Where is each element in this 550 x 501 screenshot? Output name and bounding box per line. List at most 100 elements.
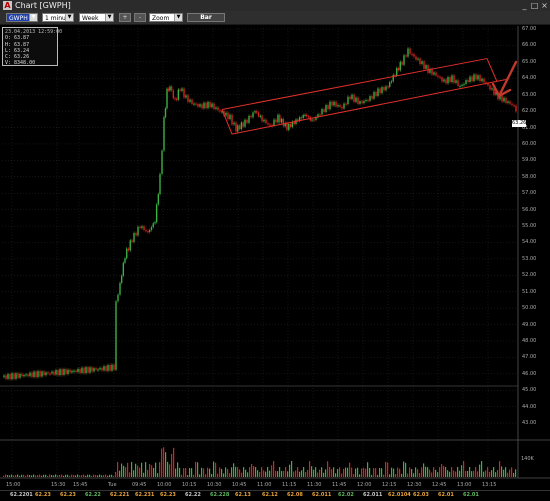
volume-bar bbox=[287, 471, 289, 477]
volume-bar bbox=[405, 462, 407, 477]
candle-body bbox=[25, 374, 27, 376]
volume-bar bbox=[133, 470, 135, 477]
candle-body bbox=[461, 84, 463, 87]
volume-bar bbox=[367, 462, 369, 477]
candle-body bbox=[250, 115, 252, 118]
volume-bar bbox=[401, 473, 403, 477]
candle-body bbox=[323, 109, 325, 112]
volume-bar bbox=[429, 469, 431, 477]
volume-bar bbox=[481, 461, 483, 477]
candle-body bbox=[71, 370, 73, 373]
candle-body bbox=[5, 375, 7, 379]
volume-bar bbox=[159, 462, 161, 477]
candle-body bbox=[101, 367, 103, 371]
candle-body bbox=[465, 80, 467, 84]
candle-body bbox=[150, 227, 153, 231]
volume-bar bbox=[197, 462, 199, 477]
candle-body bbox=[379, 88, 381, 94]
volume-bar bbox=[501, 466, 503, 477]
candle-body bbox=[419, 58, 421, 65]
volume-bar bbox=[303, 467, 305, 477]
candle-body bbox=[161, 150, 163, 174]
candle-body bbox=[375, 91, 377, 96]
volume-bar bbox=[55, 474, 57, 477]
candle-body bbox=[117, 294, 119, 302]
volume-bar bbox=[369, 467, 371, 477]
volume-bar bbox=[427, 467, 429, 477]
candle-body bbox=[203, 102, 205, 109]
volume-bar bbox=[95, 474, 97, 477]
price-axis-label: 44.00 bbox=[522, 403, 537, 410]
volume-bar bbox=[195, 461, 197, 477]
candle-body bbox=[169, 86, 171, 91]
volume-bar bbox=[187, 474, 189, 477]
volume-bar bbox=[103, 475, 105, 477]
candle-body bbox=[306, 114, 308, 117]
candle-body bbox=[343, 103, 345, 109]
candle-body bbox=[63, 369, 65, 375]
candle-body bbox=[164, 108, 167, 118]
last-price-tag: 63.26 bbox=[512, 120, 527, 127]
candle-body bbox=[238, 125, 241, 130]
price-chart[interactable] bbox=[0, 0, 550, 500]
volume-bar bbox=[373, 468, 375, 477]
volume-bar bbox=[419, 472, 421, 477]
candle-body bbox=[415, 56, 417, 60]
volume-bar bbox=[265, 471, 267, 477]
volume-bar bbox=[171, 453, 173, 477]
volume-bar bbox=[447, 470, 449, 477]
candle-body bbox=[43, 371, 45, 376]
time-axis-label: 12:15 bbox=[382, 482, 397, 488]
volume-bar bbox=[513, 472, 515, 477]
candle-body bbox=[77, 368, 79, 373]
volume-bar bbox=[203, 468, 205, 477]
candle-body bbox=[443, 79, 445, 82]
candle-body bbox=[347, 96, 349, 105]
candle-body bbox=[65, 369, 67, 374]
candle-body bbox=[307, 116, 310, 118]
time-axis-label: Tue bbox=[108, 482, 117, 488]
time-axis-label: 15:30 bbox=[51, 482, 66, 488]
volume-bar bbox=[231, 467, 233, 477]
candle-body bbox=[451, 75, 453, 83]
volume-bar bbox=[379, 467, 381, 477]
volume-bar bbox=[299, 471, 301, 477]
candle-body bbox=[327, 104, 329, 110]
quote-volume: V: 8348.00 bbox=[5, 60, 36, 67]
volume-bar bbox=[79, 475, 81, 477]
candle-body bbox=[288, 123, 290, 130]
candle-body bbox=[85, 367, 87, 374]
volume-bar bbox=[145, 462, 147, 477]
volume-bar bbox=[115, 471, 117, 477]
volume-bar bbox=[193, 474, 195, 477]
volume-bar bbox=[489, 471, 491, 477]
candle-body bbox=[143, 226, 145, 231]
candle-body bbox=[205, 102, 207, 109]
price-axis-label: 43.00 bbox=[522, 420, 537, 427]
volume-bar bbox=[185, 468, 187, 477]
volume-bar bbox=[325, 469, 327, 477]
volume-bar bbox=[433, 467, 435, 477]
volume-bar bbox=[3, 475, 5, 477]
candle-body bbox=[441, 77, 443, 82]
volume-bar bbox=[189, 468, 191, 477]
price-axis-label: 56.00 bbox=[522, 206, 537, 213]
candle-body bbox=[191, 99, 193, 104]
volume-bar bbox=[347, 467, 349, 477]
candle-body bbox=[47, 372, 49, 374]
candle-body bbox=[265, 119, 267, 124]
volume-bar bbox=[407, 473, 409, 477]
candle-body bbox=[311, 119, 313, 121]
candle-body bbox=[107, 365, 109, 371]
candle-body bbox=[503, 97, 505, 102]
candle-body bbox=[385, 86, 387, 91]
candle-body bbox=[353, 94, 355, 102]
volume-bar bbox=[275, 470, 277, 477]
candle-body bbox=[41, 371, 43, 377]
volume-bar bbox=[73, 474, 75, 477]
candle-body bbox=[97, 369, 99, 371]
volume-bar bbox=[341, 473, 343, 477]
ticker-price-value: 62.011 bbox=[312, 492, 332, 498]
time-axis-label: 10:15 bbox=[182, 482, 197, 488]
price-axis-label: 65.00 bbox=[522, 58, 537, 65]
